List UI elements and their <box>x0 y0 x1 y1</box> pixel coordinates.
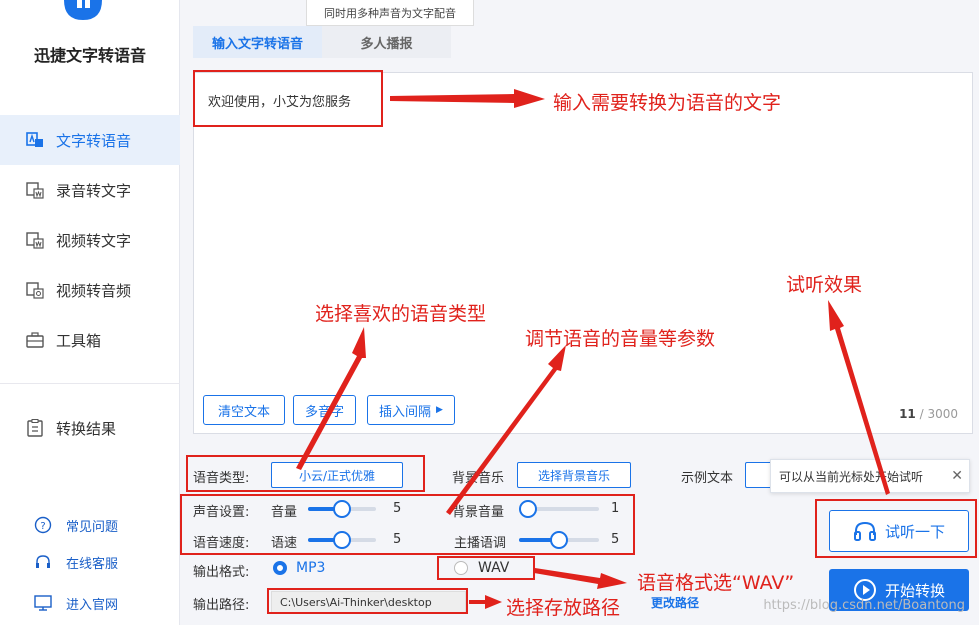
headset-icon <box>36 555 50 568</box>
faq-icon: ? <box>34 516 52 534</box>
sidebar-item-label: 文字转语音 <box>56 131 132 150</box>
sidebar-item-video-to-text[interactable]: 视频转文字 <box>0 215 180 265</box>
bg-music-button[interactable]: 选择背景音乐 <box>517 462 631 488</box>
char-count: 11 / 3000 <box>899 407 958 421</box>
insert-pause-button[interactable]: 插入间隔 ▶ <box>367 395 455 425</box>
sidebar-item-record-to-text[interactable]: 录音转文字 <box>0 165 180 215</box>
video-to-text-icon <box>26 232 44 249</box>
result-icon <box>27 419 43 437</box>
char-count-value: 11 <box>899 407 916 421</box>
sidebar-divider <box>0 383 180 384</box>
faq-link[interactable]: ? 常见问题 <box>34 515 118 535</box>
annotation-path: 选择存放路径 <box>506 597 621 619</box>
path-label: 输出路径: <box>193 598 250 613</box>
website-label: 进入官网 <box>66 597 119 613</box>
monitor-icon <box>34 595 52 611</box>
annotation-box-voice-type <box>186 455 425 492</box>
watermark: https://blog.csdn.net/Boantong <box>763 598 965 613</box>
close-icon[interactable]: ✕ <box>951 468 963 484</box>
sidebar-item-label: 工具箱 <box>56 331 102 350</box>
annotation-box-listen <box>815 499 977 558</box>
annotation-box-params <box>180 494 635 555</box>
insert-pause-label: 插入间隔 <box>379 404 432 420</box>
polyphone-button[interactable]: 多音字 <box>293 395 356 425</box>
svg-text:?: ? <box>40 521 45 532</box>
sidebar-item-video-to-audio[interactable]: 视频转音频 <box>0 265 180 315</box>
toolbox-icon <box>26 332 44 348</box>
online-support-label: 在线客服 <box>66 556 119 572</box>
radio-mp3[interactable] <box>273 561 287 575</box>
annotation-voice-type: 选择喜欢的语音类型 <box>315 303 487 325</box>
sidebar-item-text-to-speech[interactable]: 文字转语音 <box>0 115 180 165</box>
listen-tip-text: 可以从当前光标处开始试听 <box>779 469 924 484</box>
caret-right-icon: ▶ <box>436 405 443 415</box>
annotation-listen: 试听效果 <box>786 274 863 296</box>
online-support-link[interactable]: 在线客服 <box>34 552 118 572</box>
sidebar-item-toolbox[interactable]: 工具箱 <box>0 315 180 365</box>
sidebar-item-label: 视频转文字 <box>56 231 132 250</box>
listen-tip: 可以从当前光标处开始试听 ✕ <box>770 459 970 493</box>
website-link[interactable]: 进入官网 <box>34 593 118 613</box>
tab-multi-broadcast[interactable]: 多人播报 <box>322 26 451 58</box>
app-title: 迅捷文字转语音 <box>33 46 146 65</box>
annotation-box-input <box>193 70 383 127</box>
faq-label: 常见问题 <box>66 519 119 535</box>
char-count-max: / 3000 <box>919 407 958 421</box>
annotation-params: 调节语音的音量等参数 <box>525 328 716 350</box>
sidebar-item-label: 转换结果 <box>56 419 117 438</box>
format-mp3-label[interactable]: MP3 <box>296 560 325 576</box>
app-logo-icon <box>64 0 102 20</box>
tab-text-input[interactable]: 输入文字转语音 <box>193 26 322 58</box>
sidebar-item-label: 视频转音频 <box>56 281 132 300</box>
sidebar-item-results[interactable]: 转换结果 <box>0 403 180 453</box>
record-to-text-icon <box>26 182 44 199</box>
change-path-link[interactable]: 更改路径 <box>651 594 699 611</box>
annotation-format: 语音格式选“WAV” <box>637 572 795 594</box>
clear-text-button[interactable]: 清空文本 <box>203 395 285 425</box>
bg-music-label: 背景音乐 <box>452 471 505 486</box>
text-to-speech-icon <box>26 132 43 147</box>
sidebar-item-label: 录音转文字 <box>56 181 132 200</box>
sample-text-label: 示例文本 <box>681 471 734 486</box>
annotation-input-text: 输入需要转换为语音的文字 <box>553 92 782 114</box>
video-to-audio-icon <box>26 282 44 299</box>
format-label: 输出格式: <box>193 565 250 580</box>
annotation-box-path <box>267 588 468 614</box>
annotation-box-format <box>437 556 535 580</box>
multi-voice-tooltip: 同时用多种声音为文字配音 <box>306 0 474 26</box>
sidebar: 迅捷文字转语音 文字转语音 录音转文字 视频转文字 视频转音频 工具箱 转换结果… <box>0 0 180 625</box>
